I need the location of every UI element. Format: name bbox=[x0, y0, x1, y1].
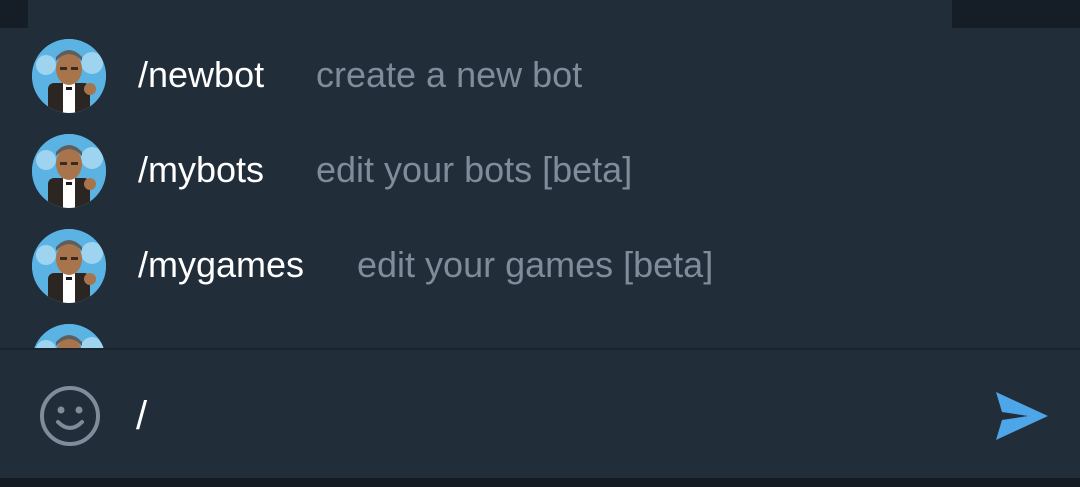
smile-icon[interactable] bbox=[38, 384, 102, 448]
command-name: /mygames bbox=[138, 244, 305, 285]
botfather-avatar bbox=[32, 229, 106, 303]
command-item-newbot[interactable]: /newbot create a new bot bbox=[0, 28, 1080, 123]
bottom-strip bbox=[0, 478, 1080, 487]
botfather-avatar bbox=[32, 134, 106, 208]
message-input-field[interactable]: / bbox=[136, 394, 147, 438]
send-icon[interactable] bbox=[994, 390, 1050, 442]
command-name: /mybots bbox=[138, 149, 265, 190]
command-item-mygames[interactable]: /mygames edit your games [beta] bbox=[0, 218, 1080, 313]
botfather-avatar bbox=[32, 39, 106, 113]
command-description: edit your games [beta] bbox=[357, 244, 714, 285]
command-item-partial[interactable] bbox=[0, 313, 1080, 348]
command-description: create a new bot bbox=[316, 54, 583, 95]
message-input-bar: / bbox=[0, 350, 1080, 478]
command-name: /newbot bbox=[138, 54, 265, 95]
command-item-mybots[interactable]: /mybots edit your bots [beta] bbox=[0, 123, 1080, 218]
command-description: edit your bots [beta] bbox=[316, 149, 633, 190]
message-area-edge bbox=[28, 0, 952, 28]
botfather-avatar bbox=[32, 324, 106, 348]
command-suggestions-list[interactable]: /newbot create a new bot /mybots edit yo… bbox=[0, 28, 1080, 348]
